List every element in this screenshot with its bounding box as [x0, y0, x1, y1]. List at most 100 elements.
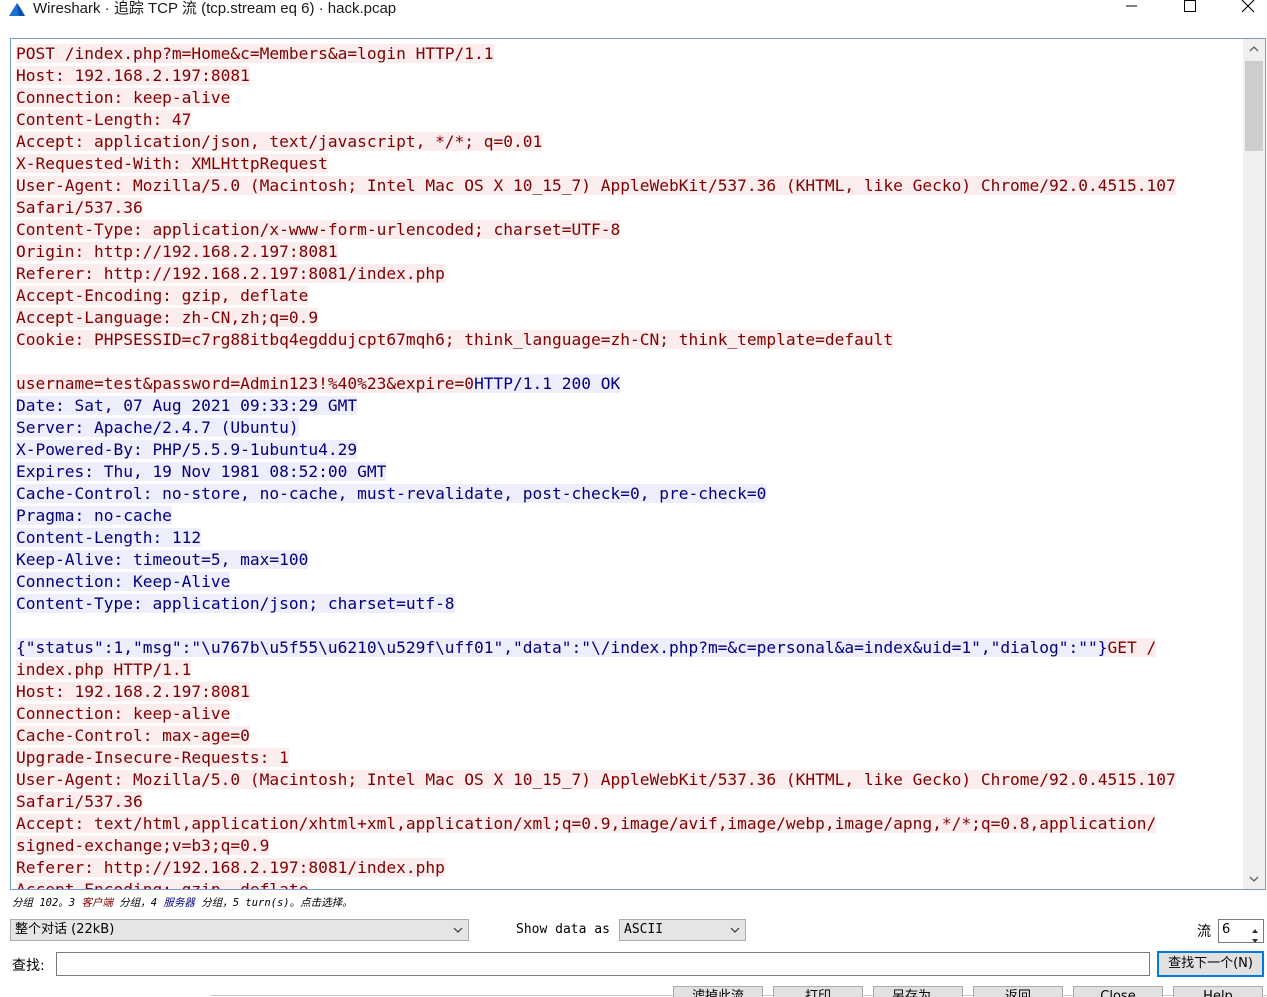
stream-line: Cache-Control: max-age=0 [16, 725, 1236, 747]
close-dialog-button[interactable]: Close [1073, 986, 1163, 997]
title-bar: Wireshark · 追踪 TCP 流 (tcp.stream eq 6) ·… [0, 0, 1267, 22]
window-title: Wireshark · 追踪 TCP 流 (tcp.stream eq 6) ·… [33, 0, 397, 17]
scroll-up-button[interactable] [1243, 39, 1265, 59]
save-as-button[interactable]: 另存为… [873, 986, 963, 997]
stream-line: Cookie: PHPSESSID=c7rg88itbq4egddujcpt67… [16, 329, 1236, 351]
client-segment: Content-Length: 47 [16, 110, 192, 129]
stream-line: Referer: http://192.168.2.197:8081/index… [16, 263, 1236, 285]
client-segment: GET / [1107, 638, 1157, 657]
close-icon [1241, 0, 1255, 13]
stream-line: Content-Length: 112 [16, 527, 1236, 549]
client-segment: Host: 192.168.2.197:8081 [16, 682, 250, 701]
stream-line: Referer: http://192.168.2.197:8081/index… [16, 857, 1236, 879]
client-segment: POST /index.php?m=Home&c=Members&a=login… [16, 44, 494, 63]
client-segment: Host: 192.168.2.197:8081 [16, 66, 250, 85]
server-segment: {"status":1,"msg":"\u767b\u5f55\u6210\u5… [16, 638, 1108, 657]
server-segment: Keep-Alive: timeout=5, max=100 [16, 550, 309, 569]
show-data-as-select[interactable]: ASCII [619, 919, 746, 941]
stream-line: Content-Length: 47 [16, 109, 1236, 131]
stream-line: Host: 192.168.2.197:8081 [16, 65, 1236, 87]
chevron-down-icon [1249, 876, 1259, 882]
spin-up-icon[interactable] [1248, 921, 1262, 933]
client-segment: Connection: keep-alive [16, 704, 231, 723]
vertical-scrollbar[interactable] [1243, 39, 1265, 889]
stream-line: Accept: application/json, text/javascrip… [16, 131, 1236, 153]
server-segment: Server: Apache/2.4.7 (Ubuntu) [16, 418, 299, 437]
server-segment: X-Powered-By: PHP/5.5.9-1ubuntu4.29 [16, 440, 358, 459]
stream-line: Host: 192.168.2.197:8081 [16, 681, 1236, 703]
client-segment: Referer: http://192.168.2.197:8081/index… [16, 858, 445, 877]
find-next-button[interactable]: 查找下一个(N) [1157, 951, 1264, 977]
stream-line: Cache-Control: no-store, no-cache, must-… [16, 483, 1236, 505]
find-label: 查找: [12, 958, 45, 974]
stream-line: User-Agent: Mozilla/5.0 (Macintosh; Inte… [16, 175, 1236, 197]
minimize-button[interactable] [1108, 0, 1154, 20]
client-segment: username=test&password=Admin123!%40%23&e… [16, 374, 475, 393]
server-segment: Expires: Thu, 19 Nov 1981 08:52:00 GMT [16, 462, 387, 481]
stream-line: Connection: Keep-Alive [16, 571, 1236, 593]
stream-line: Expires: Thu, 19 Nov 1981 08:52:00 GMT [16, 461, 1236, 483]
server-segment: Cache-Control: no-store, no-cache, must-… [16, 484, 767, 503]
stream-line: Accept-Encoding: gzip, deflate [16, 879, 1236, 889]
wireshark-fin-icon [8, 1, 26, 17]
client-segment: Safari/537.36 [16, 792, 143, 811]
encoding-value: ASCII [624, 922, 664, 937]
stream-number-spinbox[interactable]: 6 [1218, 919, 1264, 943]
client-segment: Accept-Language: zh-CN,zh;q=0.9 [16, 308, 319, 327]
print-button[interactable]: 打印 [773, 986, 863, 997]
stream-line: Content-Type: application/x-www-form-url… [16, 219, 1236, 241]
stream-line: Safari/537.36 [16, 791, 1236, 813]
conversation-value: 整个对话 (22kB) [15, 922, 115, 937]
chevron-up-icon [1249, 46, 1259, 52]
stream-line: Keep-Alive: timeout=5, max=100 [16, 549, 1236, 571]
conversation-select[interactable]: 整个对话 (22kB) [10, 919, 469, 941]
stream-line: X-Powered-By: PHP/5.5.9-1ubuntu4.29 [16, 439, 1236, 461]
client-segment: signed-exchange;v=b3;q=0.9 [16, 836, 270, 855]
client-segment: User-Agent: Mozilla/5.0 (Macintosh; Inte… [16, 176, 1176, 195]
server-segment: Content-Type: application/json; charset=… [16, 594, 455, 613]
client-segment: X-Requested-With: XMLHttpRequest [16, 154, 328, 173]
maximize-icon [1184, 0, 1196, 12]
client-link[interactable]: 客户端 [81, 897, 113, 909]
chevron-down-icon [452, 921, 464, 939]
stream-line: Connection: keep-alive [16, 703, 1236, 725]
stream-number-value: 6 [1222, 922, 1231, 937]
summary-suffix: 分组，5 turn(s)。点击选择。 [194, 897, 353, 909]
client-segment: Content-Type: application/x-www-form-url… [16, 220, 621, 239]
stream-line: Content-Type: application/json; charset=… [16, 593, 1236, 615]
client-segment: Connection: keep-alive [16, 88, 231, 107]
client-segment: Accept-Encoding: gzip, deflate [16, 286, 309, 305]
client-segment: Referer: http://192.168.2.197:8081/index… [16, 264, 445, 283]
stream-lines: POST /index.php?m=Home&c=Members&a=login… [16, 43, 1236, 889]
stream-line: POST /index.php?m=Home&c=Members&a=login… [16, 43, 1236, 65]
client-segment: Origin: http://192.168.2.197:8081 [16, 242, 338, 261]
stream-line: Accept-Encoding: gzip, deflate [16, 285, 1236, 307]
client-segment: Accept-Encoding: gzip, deflate [16, 880, 309, 889]
tcp-stream-text[interactable]: POST /index.php?m=Home&c=Members&a=login… [10, 38, 1266, 890]
summary-prefix: 分组 102。3 [12, 897, 82, 909]
stream-line: index.php HTTP/1.1 [16, 659, 1236, 681]
stream-line: X-Requested-With: XMLHttpRequest [16, 153, 1236, 175]
client-segment: Upgrade-Insecure-Requests: 1 [16, 748, 289, 767]
stream-line: User-Agent: Mozilla/5.0 (Macintosh; Inte… [16, 769, 1236, 791]
back-button[interactable]: 返回 [973, 986, 1063, 997]
scroll-down-button[interactable] [1243, 869, 1265, 889]
find-input[interactable] [56, 952, 1150, 976]
close-button[interactable] [1225, 0, 1267, 20]
spin-down-icon[interactable] [1248, 931, 1262, 943]
client-segment: index.php HTTP/1.1 [16, 660, 192, 679]
stream-line: signed-exchange;v=b3;q=0.9 [16, 835, 1236, 857]
summary-middle: 分组，4 [112, 897, 164, 909]
minimize-icon [1126, 5, 1137, 7]
stream-line: Connection: keep-alive [16, 87, 1236, 109]
filter-out-stream-button[interactable]: 滤掉此流 [673, 986, 763, 997]
server-segment: Connection: Keep-Alive [16, 572, 231, 591]
scrollbar-thumb[interactable] [1245, 61, 1263, 151]
maximize-button[interactable] [1166, 0, 1212, 20]
client-segment: User-Agent: Mozilla/5.0 (Macintosh; Inte… [16, 770, 1176, 789]
help-button[interactable]: Help [1173, 986, 1263, 997]
server-segment: Date: Sat, 07 Aug 2021 09:33:29 GMT [16, 396, 358, 415]
stream-line [16, 351, 1236, 373]
server-link[interactable]: 服务器 [163, 897, 195, 909]
stream-line [16, 615, 1236, 637]
